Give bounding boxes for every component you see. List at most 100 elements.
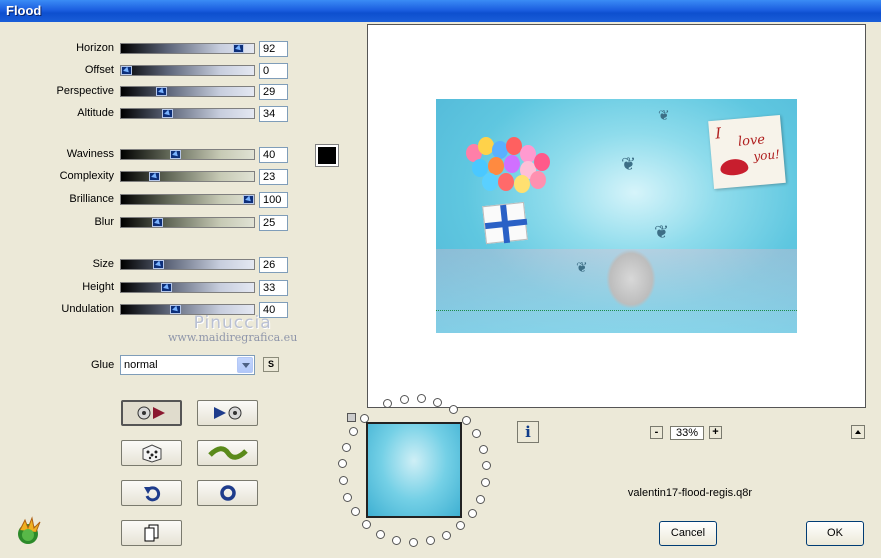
navigator-thumbnail[interactable] [366, 422, 462, 518]
slider-thumb[interactable] [162, 109, 173, 118]
slider-value-blur[interactable]: 25 [259, 215, 288, 231]
ring-dot[interactable] [479, 445, 488, 454]
title-bar: Flood [0, 0, 881, 22]
ring-dot[interactable] [426, 536, 435, 545]
slider-value-altitude[interactable]: 34 [259, 106, 288, 122]
color-swatch[interactable] [315, 144, 339, 167]
slider-thumb[interactable] [153, 260, 164, 269]
slider-thumb[interactable] [149, 172, 160, 181]
slider-thumb[interactable] [121, 66, 132, 75]
slider-track-size[interactable] [120, 259, 255, 270]
slider-track-complexity[interactable] [120, 171, 255, 182]
prev-preset-button[interactable] [121, 400, 182, 426]
cancel-button[interactable]: Cancel [659, 521, 717, 546]
slider-value-size[interactable]: 26 [259, 257, 288, 273]
next-preset-icon [213, 406, 241, 420]
slider-value-complexity[interactable]: 23 [259, 169, 288, 185]
app-logo [13, 516, 43, 546]
slider-value-offset[interactable]: 0 [259, 63, 288, 79]
slider-track-brilliance[interactable] [120, 194, 255, 205]
ring-dot[interactable] [449, 405, 458, 414]
ring-dot[interactable] [342, 443, 351, 452]
ring-dot[interactable] [383, 399, 392, 408]
slider-value-horizon[interactable]: 92 [259, 41, 288, 57]
ring-dot[interactable] [349, 427, 358, 436]
ring-dot[interactable] [400, 395, 409, 404]
copy-page-icon [144, 524, 158, 542]
ring-dot[interactable] [409, 538, 418, 547]
ring-dot[interactable] [351, 507, 360, 516]
slider-label: Complexity [59, 170, 114, 182]
slider-label: Height [82, 281, 114, 293]
ring-dot[interactable] [468, 509, 477, 518]
slider-value-height[interactable]: 33 [259, 280, 288, 296]
ok-button[interactable]: OK [806, 521, 864, 546]
ring-dot[interactable] [456, 521, 465, 530]
slider-value-perspective[interactable]: 29 [259, 84, 288, 100]
slider-row-complexity: Complexity 23 [0, 169, 300, 185]
random-button[interactable] [121, 440, 182, 466]
slider-track-waviness[interactable] [120, 149, 255, 160]
slider-value-brilliance[interactable]: 100 [259, 192, 288, 208]
chevron-down-icon[interactable] [237, 357, 253, 373]
ring-dot[interactable] [481, 478, 490, 487]
gift-box [482, 201, 528, 245]
random-dice-icon [142, 444, 161, 463]
slider-track-horizon[interactable] [120, 43, 255, 54]
wave-button[interactable] [197, 440, 258, 466]
slider-thumb[interactable] [152, 218, 163, 227]
undo-button[interactable] [121, 480, 182, 506]
ring-dot[interactable] [338, 459, 347, 468]
butterfly-icon: ❦ [654, 222, 670, 242]
ring-dot[interactable] [462, 416, 471, 425]
preview-panel[interactable]: I love you! ❦ ❦ ❦ ❦ [367, 24, 866, 408]
slider-thumb[interactable] [161, 283, 172, 292]
slider-track-height[interactable] [120, 282, 255, 293]
ring-dot[interactable] [392, 536, 401, 545]
slider-row-height: Height 33 [0, 280, 300, 296]
butterfly-icon: ❦ [658, 107, 670, 123]
ring-dot[interactable] [417, 394, 426, 403]
watermark-url: www.maidiregrafica.eu [168, 331, 298, 344]
glue-select[interactable]: normal [120, 355, 255, 375]
ring-dot[interactable] [376, 530, 385, 539]
slider-label: Blur [94, 216, 114, 228]
ring-dot[interactable] [472, 429, 481, 438]
flood-dialog: Flood Horizon 92 Offset 0 Perspective 29 Altit… [0, 0, 881, 558]
preset-filename: valentin17-flood-regis.q8r [627, 487, 753, 499]
ring-dot[interactable] [476, 495, 485, 504]
slider-thumb[interactable] [243, 195, 254, 204]
ring-dot[interactable] [343, 493, 352, 502]
ring-handle[interactable] [347, 413, 356, 422]
ring-dot[interactable] [482, 461, 491, 470]
copy-button[interactable] [121, 520, 182, 546]
slider-row-altitude: Altitude 34 [0, 106, 300, 122]
ring-dot[interactable] [339, 476, 348, 485]
zoom-in-button[interactable]: + [709, 426, 722, 439]
balloon [504, 155, 520, 173]
slider-track-perspective[interactable] [120, 86, 255, 97]
slider-label: Waviness [66, 148, 114, 160]
slider-label: Brilliance [69, 193, 114, 205]
slider-thumb[interactable] [233, 44, 244, 53]
wave-icon [207, 446, 248, 460]
slider-track-altitude[interactable] [120, 108, 255, 119]
slider-track-blur[interactable] [120, 217, 255, 228]
collapse-up-button[interactable] [851, 425, 865, 439]
slider-thumb[interactable] [156, 87, 167, 96]
zoom-out-button[interactable]: - [650, 426, 663, 439]
info-button[interactable]: i [517, 421, 539, 443]
glue-s-button[interactable]: S [263, 357, 279, 372]
slider-value-waviness[interactable]: 40 [259, 147, 288, 163]
slider-row-horizon: Horizon 92 [0, 41, 300, 57]
reset-button[interactable] [197, 480, 258, 506]
ring-dot[interactable] [362, 520, 371, 529]
note-line-1: I [714, 124, 722, 143]
slider-track-offset[interactable] [120, 65, 255, 76]
ring-dot[interactable] [442, 531, 451, 540]
next-preset-button[interactable] [197, 400, 258, 426]
note-line-3: you! [752, 147, 781, 164]
slider-thumb[interactable] [170, 150, 181, 159]
ring-dot[interactable] [433, 398, 442, 407]
prev-preset-icon [137, 406, 165, 420]
